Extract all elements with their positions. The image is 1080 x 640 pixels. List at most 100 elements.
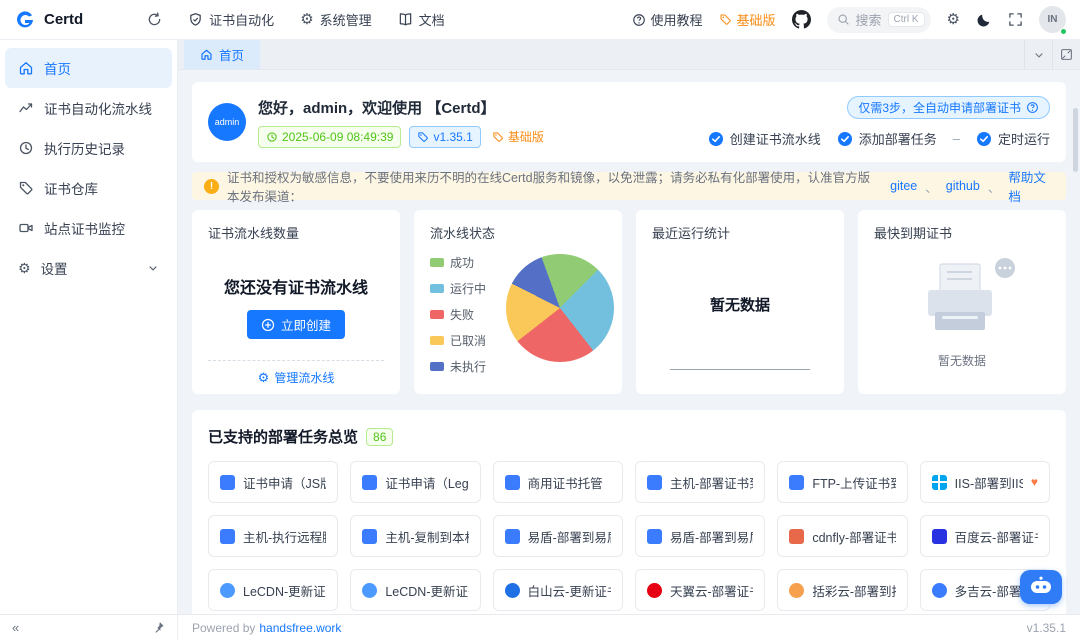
gear-icon: ⚙ xyxy=(257,370,270,385)
warning-icon: ! xyxy=(204,178,219,194)
footer-main: Powered by handsfree.work v1.35.1 xyxy=(178,621,1080,635)
check-circle-icon xyxy=(837,131,852,146)
windows-icon xyxy=(931,474,947,490)
step-add-deploy-task: 添加部署任务 xyxy=(837,129,937,148)
onboarding-steps: 创建证书流水线 添加部署任务 – 定时运行 xyxy=(708,129,1050,148)
tasks-title: 已支持的部署任务总览 xyxy=(208,429,359,446)
fullscreen-icon[interactable] xyxy=(1008,12,1023,27)
github-icon[interactable] xyxy=(791,10,811,29)
task-card[interactable]: cdnfly-部署证书 xyxy=(777,515,908,557)
task-card[interactable]: 百度云-部署证书 xyxy=(919,515,1050,557)
certd-logo-icon xyxy=(17,10,33,27)
notice-text: 证书和授权为敏感信息，不要使用来历不明的在线Certd服务和镜像，以免泄露；请务… xyxy=(227,171,871,204)
gear-icon: ⚙ xyxy=(18,260,31,276)
host-icon xyxy=(646,474,662,490)
user-avatar[interactable]: IN xyxy=(1039,6,1067,35)
topbar-nav: 证书自动化 ⚙ 系统管理 文档 xyxy=(188,10,445,29)
task-card[interactable]: 白山云-更新证书 xyxy=(492,569,623,611)
lecdn-icon xyxy=(362,582,378,598)
tag-icon xyxy=(418,131,429,142)
legend-item-running[interactable]: 运行中 xyxy=(430,280,486,297)
sidebar-item-home[interactable]: 首页 xyxy=(5,48,172,88)
expire-empty-text: 暂无数据 xyxy=(937,354,986,368)
axis-line xyxy=(670,369,810,370)
legend-item-success[interactable]: 成功 xyxy=(430,254,486,271)
recent-stats-card: 最近运行统计 暂无数据 xyxy=(636,210,844,394)
tag-icon xyxy=(720,14,731,25)
legend-item-failed[interactable]: 失败 xyxy=(430,306,486,323)
task-card[interactable]: 主机-执行远程脚 xyxy=(208,515,339,557)
task-card[interactable]: 证书申请（Lego xyxy=(350,461,481,503)
task-card[interactable]: IIS-部署到IIS ♥ xyxy=(919,461,1050,503)
task-card[interactable]: 商用证书托管 xyxy=(492,461,623,503)
sidebar-item-history[interactable]: 执行历史记录 xyxy=(5,128,172,168)
supported-tasks-panel: 已支持的部署任务总览 86 证书申请（JS版） 证书申请（Lego 商用证书托管… xyxy=(192,410,1066,614)
dogecloud-icon xyxy=(931,582,947,598)
pin-icon[interactable] xyxy=(152,621,165,634)
tab-dropdown-button[interactable] xyxy=(1024,40,1052,69)
shield-icon xyxy=(190,13,201,26)
empty-printer-illustration xyxy=(928,258,1015,330)
help-docs-link[interactable]: 帮助文档 xyxy=(1008,167,1054,205)
sidebar-item-pipelines[interactable]: 证书自动化流水线 xyxy=(5,88,172,128)
search-input[interactable]: 搜索 Ctrl K xyxy=(826,6,931,33)
tab-bar: 首页 xyxy=(178,40,1080,70)
sidebar: 首页 证书自动化流水线 执行历史记录 证书仓库 站点证书监控 ⚙ 设置 xyxy=(0,40,178,614)
task-card[interactable]: 天翼云-部署证书 xyxy=(634,569,766,611)
edition-badge: 基础版 xyxy=(489,126,547,148)
task-card[interactable]: 括彩云-部署到括 xyxy=(777,569,908,611)
card-title: 流水线状态 xyxy=(430,226,496,241)
manage-pipelines-link[interactable]: ⚙ 管理流水线 xyxy=(208,360,384,394)
task-card[interactable]: 证书申请（JS版） xyxy=(208,461,339,503)
book-icon xyxy=(399,13,411,26)
tab-home[interactable]: 首页 xyxy=(184,40,261,69)
monitor-camera-icon xyxy=(19,223,33,233)
layout-expand-button[interactable] xyxy=(1052,40,1080,69)
sidebar-item-label: 证书自动化流水线 xyxy=(44,102,152,117)
pipeline-count-card: 证书流水线数量 您还没有证书流水线 立即创建 ⚙ 管理流水线 xyxy=(192,210,400,394)
nav-docs[interactable]: 文档 xyxy=(398,10,445,29)
nav-cert-automation[interactable]: 证书自动化 xyxy=(188,10,274,29)
gitee-link[interactable]: gitee xyxy=(890,179,917,193)
legend-swatch xyxy=(430,310,444,319)
tutorial-link[interactable]: 使用教程 xyxy=(632,10,703,29)
chevron-down-icon xyxy=(1034,52,1043,58)
chat-assistant-button[interactable] xyxy=(1020,570,1062,604)
collapse-sidebar-icon[interactable]: « xyxy=(12,620,19,635)
kuocai-icon xyxy=(789,582,805,598)
task-card[interactable]: LeCDN-更新证书 xyxy=(350,569,481,611)
main-content: 首页 admin 您好，admin，欢迎使用 【Certd】 2025-06-0… xyxy=(178,40,1080,614)
task-card[interactable]: 主机-部署证书到 xyxy=(634,461,766,503)
edition-badge[interactable]: 基础版 xyxy=(719,10,776,29)
logo[interactable]: Certd xyxy=(14,9,83,31)
legend-item-canceled[interactable]: 已取消 xyxy=(430,332,486,349)
github-link[interactable]: github xyxy=(946,179,980,193)
footer-version: v1.35.1 xyxy=(1026,620,1066,635)
task-card[interactable]: FTP-上传证书到 xyxy=(777,461,908,503)
task-grid: 证书申请（JS版） 证书申请（Lego 商用证书托管 主机-部署证书到 FTP-… xyxy=(208,461,1050,611)
create-now-button[interactable]: 立即创建 xyxy=(246,310,345,339)
task-card[interactable]: LeCDN-更新证书 xyxy=(208,569,339,611)
sidebar-item-label: 首页 xyxy=(44,62,71,77)
task-card[interactable]: 易盾-部署到易盾 xyxy=(492,515,623,557)
certificate-icon xyxy=(362,474,378,490)
steps-pill[interactable]: 仅需3步，全自动申请部署证书 xyxy=(847,96,1050,119)
stats-row: 证书流水线数量 您还没有证书流水线 立即创建 ⚙ 管理流水线 流水线状态 成功 xyxy=(192,210,1066,394)
step-scheduled-run: 定时运行 xyxy=(976,129,1050,148)
settings-gear-icon[interactable]: ⚙ xyxy=(947,12,960,27)
sidebar-item-site-monitor[interactable]: 站点证书监控 xyxy=(5,208,172,248)
handsfree-link[interactable]: handsfree.work xyxy=(259,621,341,635)
terminal-icon xyxy=(220,528,235,544)
dark-mode-moon-icon[interactable] xyxy=(976,12,992,28)
nav-system-manage[interactable]: ⚙ 系统管理 xyxy=(300,10,371,29)
scrollbar-thumb[interactable] xyxy=(1073,108,1078,172)
legend-item-not-run[interactable]: 未执行 xyxy=(430,358,486,375)
sidebar-item-cert-repo[interactable]: 证书仓库 xyxy=(5,168,172,208)
refresh-icon[interactable] xyxy=(147,12,162,27)
shield-icon xyxy=(504,528,520,544)
task-card[interactable]: 易盾-部署到易盾 xyxy=(634,515,766,557)
lecdn-icon xyxy=(220,582,235,598)
ctyun-icon xyxy=(646,582,662,598)
task-card[interactable]: 主机-复制到本机 xyxy=(350,515,481,557)
sidebar-item-settings[interactable]: ⚙ 设置 xyxy=(5,248,172,288)
